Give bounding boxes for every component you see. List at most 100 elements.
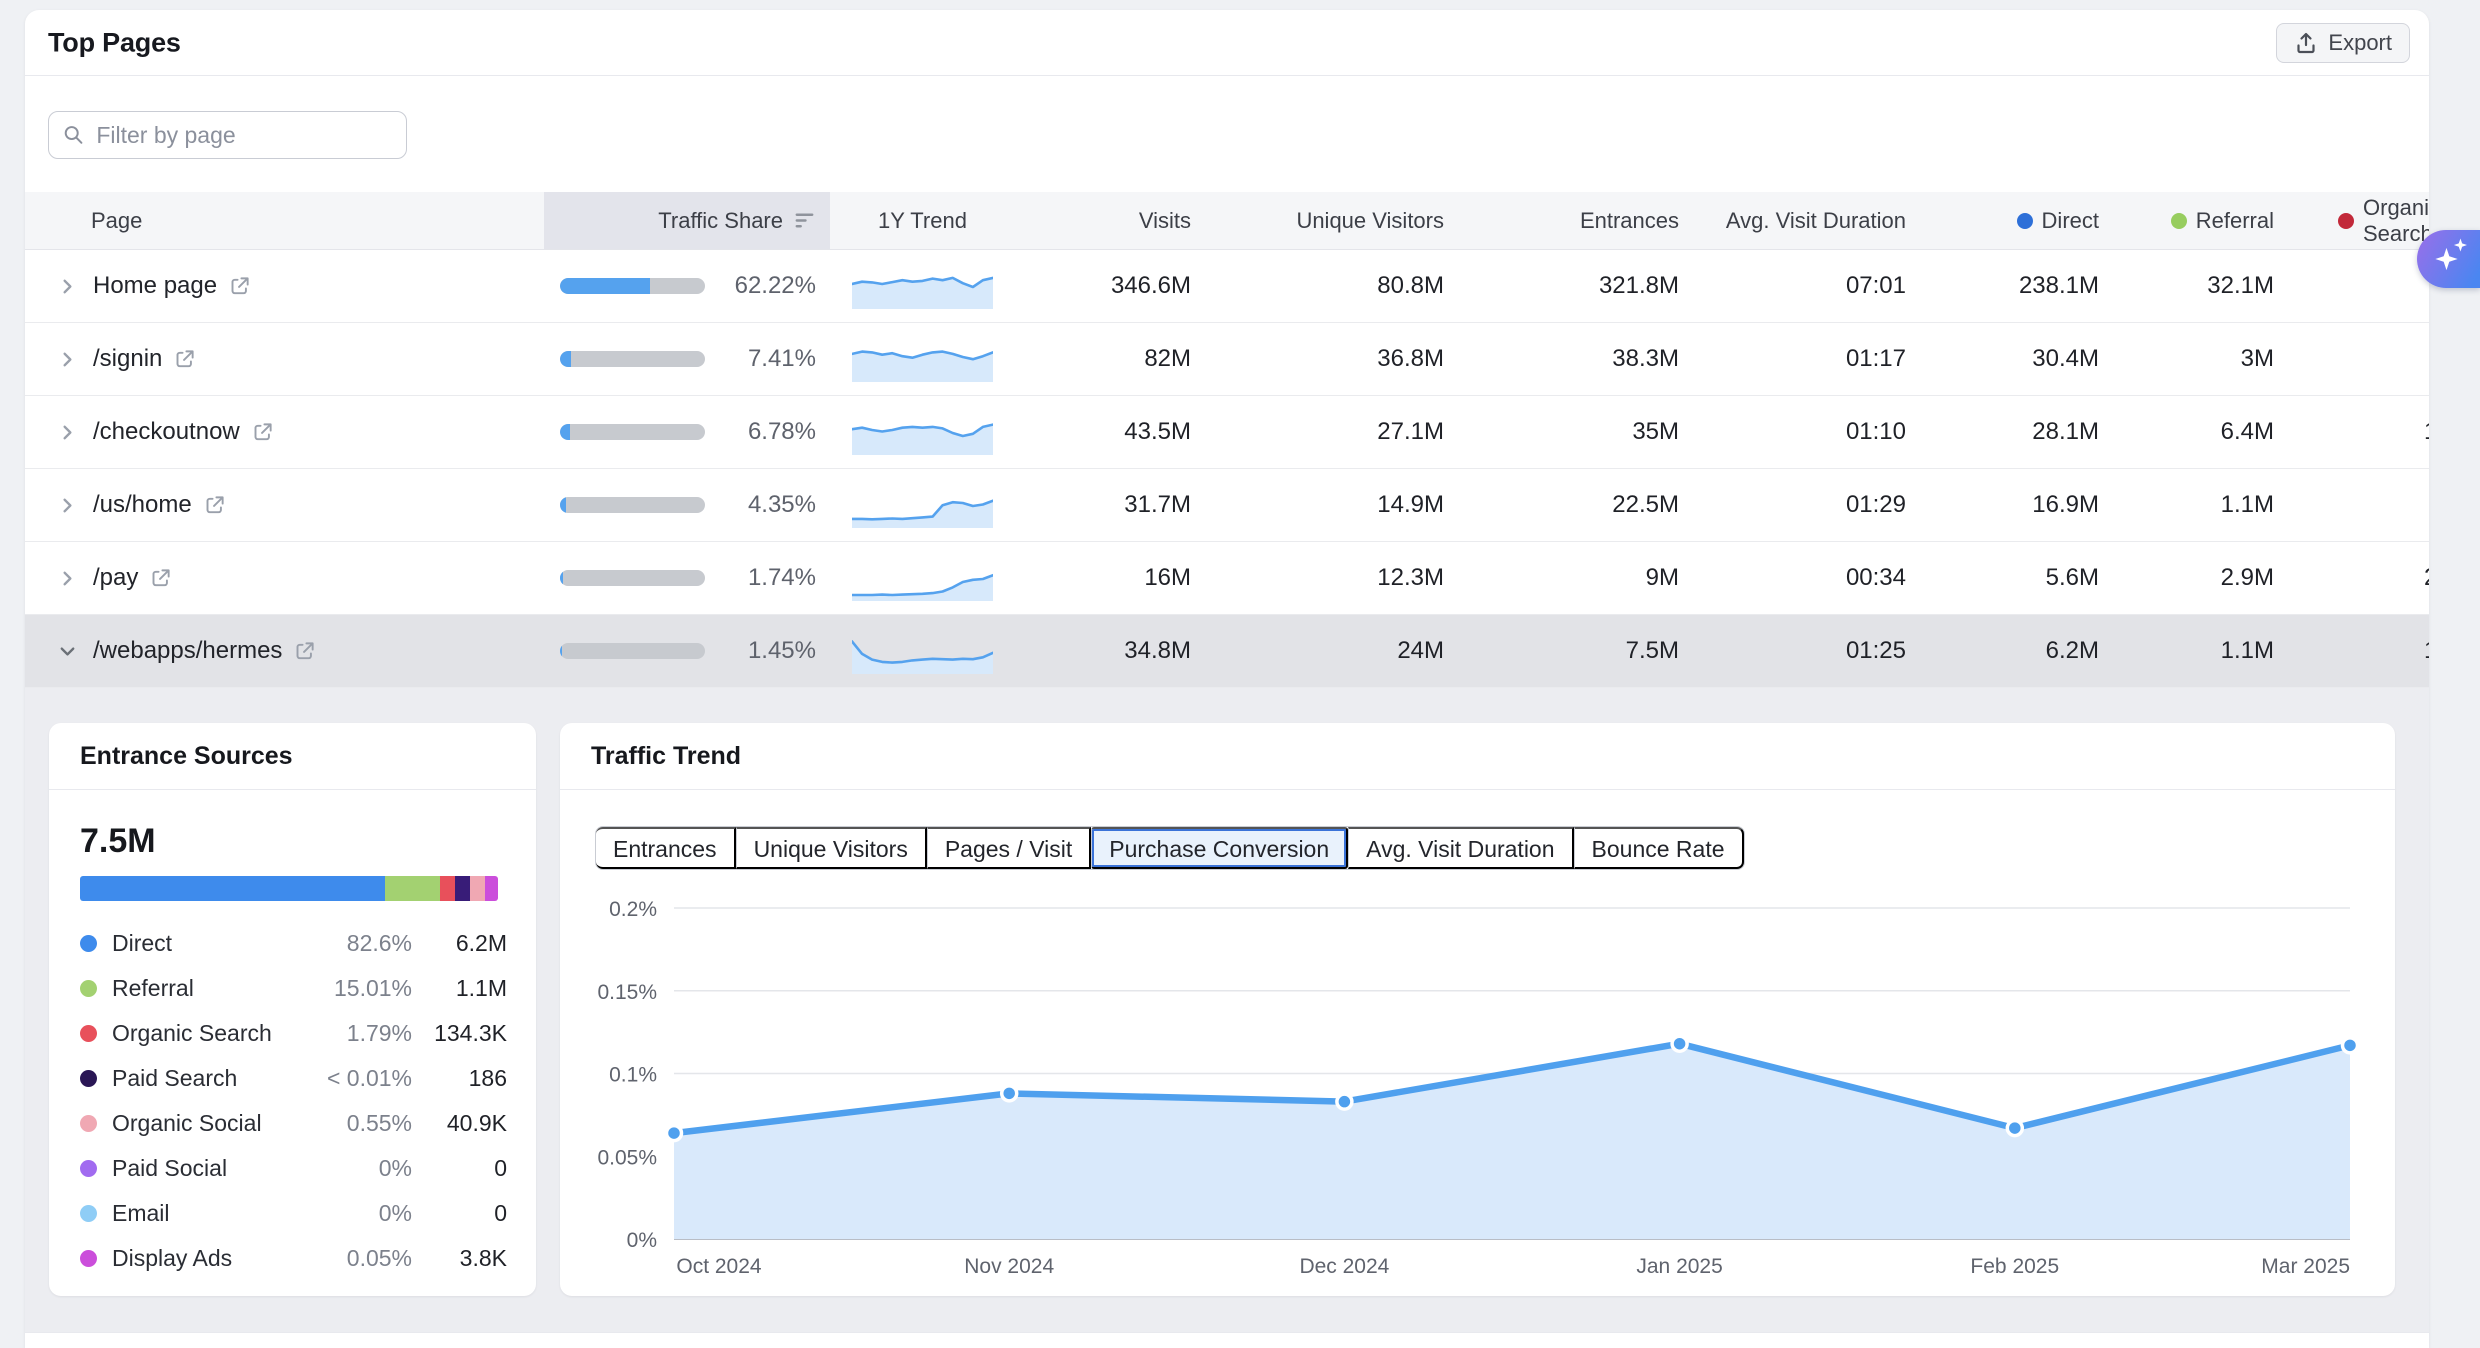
cell-visits: 31.7M	[1015, 491, 1205, 519]
external-link-icon[interactable]	[293, 640, 316, 663]
export-label: Export	[2328, 30, 2392, 56]
page-cell[interactable]: /pay	[25, 564, 544, 592]
source-share: 82.6%	[347, 930, 412, 957]
page-cell[interactable]: /webapps/hermes	[25, 637, 544, 665]
column-header-visits: Visits	[1015, 192, 1205, 249]
tab-unique-visitors[interactable]: Unique Visitors	[736, 827, 927, 869]
external-link-icon[interactable]	[203, 494, 226, 517]
cell-organic-clipped: 1	[2288, 637, 2429, 665]
top-pages-card: Top Pages Export Page Traffic Share	[25, 10, 2429, 1348]
cell-unique-visitors: 27.1M	[1205, 418, 1458, 446]
cell-visits: 346.6M	[1015, 272, 1205, 300]
filter-input[interactable]	[96, 122, 393, 149]
traffic-share-cell: 1.74%	[544, 564, 830, 592]
sparkline-chart	[852, 555, 993, 601]
page-cell[interactable]: /signin	[25, 345, 544, 373]
table-row[interactable]: Home page62.22%346.6M80.8M321.8M07:01238…	[25, 250, 2429, 323]
page-link[interactable]: /pay	[93, 564, 138, 592]
source-value: 134.3K	[412, 1020, 507, 1047]
trend-cell	[830, 336, 1015, 382]
source-color-dot	[80, 1250, 97, 1267]
column-header-organic: Organic Search	[2288, 192, 2429, 249]
stacked-bar-segment	[385, 876, 440, 901]
external-link-icon[interactable]	[173, 348, 196, 371]
page-link[interactable]: /checkoutnow	[93, 418, 240, 446]
chevron-right-icon[interactable]	[56, 567, 79, 590]
external-link-icon[interactable]	[251, 421, 274, 444]
column-header-page: Page	[25, 192, 544, 249]
tab-avg-visit-duration[interactable]: Avg. Visit Duration	[1348, 827, 1573, 869]
source-value: 3.8K	[412, 1245, 507, 1272]
cell-direct: 5.6M	[1920, 564, 2113, 592]
chevron-right-icon[interactable]	[56, 494, 79, 517]
svg-text:Feb 2025: Feb 2025	[1970, 1255, 2059, 1278]
source-share: 0.55%	[347, 1110, 412, 1137]
svg-text:Nov 2024: Nov 2024	[964, 1255, 1054, 1278]
column-header-unique-visitors: Unique Visitors	[1205, 192, 1458, 249]
sparkline-chart	[852, 336, 993, 382]
page-cell[interactable]: /us/home	[25, 491, 544, 519]
svg-text:0%: 0%	[627, 1229, 657, 1252]
traffic-trend-title: Traffic Trend	[560, 723, 2395, 790]
traffic-share-bar	[560, 278, 705, 294]
entrance-source-item: Organic Search1.79%134.3K	[80, 1011, 507, 1056]
traffic-share-value: 4.35%	[705, 491, 816, 519]
export-icon	[2294, 31, 2318, 55]
tab-bounce-rate[interactable]: Bounce Rate	[1574, 827, 1744, 869]
table-header-row: Page Traffic Share 1Y Trend Visits Uniqu…	[25, 192, 2429, 250]
cell-entrances: 35M	[1458, 418, 1693, 446]
chevron-right-icon[interactable]	[56, 421, 79, 444]
search-icon	[62, 122, 85, 148]
traffic-share-bar	[560, 424, 705, 440]
chevron-down-icon[interactable]	[56, 640, 79, 663]
table-row[interactable]: /checkoutnow6.78%43.5M27.1M35M01:1028.1M…	[25, 396, 2429, 469]
source-share: 1.79%	[347, 1020, 412, 1047]
page-cell[interactable]: /checkoutnow	[25, 418, 544, 446]
export-button[interactable]: Export	[2276, 23, 2410, 63]
entrance-source-item: Organic Social0.55%40.9K	[80, 1101, 507, 1146]
sparkline-chart	[852, 263, 993, 309]
table-row[interactable]: /pay1.74%16M12.3M9M00:345.6M2.9M2	[25, 542, 2429, 615]
metric-tabs: EntrancesUnique VisitorsPages / VisitPur…	[595, 826, 1745, 870]
cell-direct: 6.2M	[1920, 637, 2113, 665]
table-row[interactable]: /us/home4.35%31.7M14.9M22.5M01:2916.9M1.…	[25, 469, 2429, 542]
table-row[interactable]: /signin7.41%82M36.8M38.3M01:1730.4M3M	[25, 323, 2429, 396]
entrance-source-item: Referral15.01%1.1M	[80, 966, 507, 1011]
traffic-share-cell: 6.78%	[544, 418, 830, 446]
tab-entrances[interactable]: Entrances	[596, 827, 736, 869]
cell-entrances: 38.3M	[1458, 345, 1693, 373]
page-link[interactable]: /us/home	[93, 491, 192, 519]
source-share: < 0.01%	[327, 1065, 412, 1092]
card-header: Top Pages Export	[25, 10, 2429, 76]
column-header-1y-trend: 1Y Trend	[830, 192, 1015, 249]
entrance-source-item: Direct82.6%6.2M	[80, 921, 507, 966]
cell-avg-visit-duration: 01:10	[1693, 418, 1920, 446]
source-value: 0	[412, 1155, 507, 1182]
sparkline-chart	[852, 482, 993, 528]
cell-entrances: 22.5M	[1458, 491, 1693, 519]
entrance-source-item: Email0%0	[80, 1191, 507, 1236]
chevron-right-icon[interactable]	[56, 348, 79, 371]
cell-referral: 32.1M	[2113, 272, 2288, 300]
external-link-icon[interactable]	[228, 275, 251, 298]
column-header-traffic-share[interactable]: Traffic Share	[544, 192, 830, 249]
direct-legend-dot	[2017, 213, 2033, 229]
page-link[interactable]: Home page	[93, 272, 217, 300]
page-cell[interactable]: Home page	[25, 272, 544, 300]
traffic-share-bar-fill	[560, 643, 562, 659]
svg-text:Mar 2025: Mar 2025	[2261, 1255, 2350, 1278]
page-link[interactable]: /signin	[93, 345, 162, 373]
table-row[interactable]: /webapps/hermes1.45%34.8M24M7.5M01:256.2…	[25, 615, 2429, 688]
cell-organic-clipped: 2	[2288, 564, 2429, 592]
source-color-dot	[80, 1115, 97, 1132]
chevron-right-icon[interactable]	[56, 275, 79, 298]
stacked-bar-segment	[455, 876, 470, 901]
tab-pages-visit[interactable]: Pages / Visit	[927, 827, 1091, 869]
source-label: Paid Social	[112, 1155, 227, 1182]
page-link[interactable]: /webapps/hermes	[93, 637, 282, 665]
tab-purchase-conversion[interactable]: Purchase Conversion	[1091, 827, 1348, 869]
external-link-icon[interactable]	[149, 567, 172, 590]
column-header-entrances: Entrances	[1458, 192, 1693, 249]
cell-avg-visit-duration: 01:25	[1693, 637, 1920, 665]
ai-assistant-button[interactable]	[2417, 230, 2480, 288]
